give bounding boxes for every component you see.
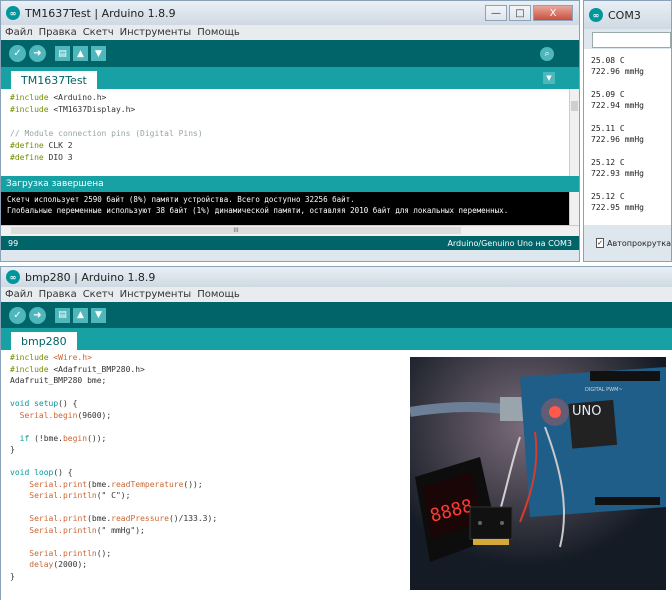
- board-pin-label: DIGITAL PWM~: [585, 387, 623, 393]
- hardware-photo: UNO DIGITAL PWM~ 8888: [410, 357, 666, 590]
- send-bar: [584, 29, 671, 49]
- tab-bar: bmp280: [1, 328, 672, 350]
- menu-edit[interactable]: Правка: [39, 289, 77, 300]
- window-title: TM1637Test | Arduino 1.8.9: [25, 6, 176, 20]
- status-bar: Загрузка завершена: [1, 176, 579, 192]
- line-number: 99: [8, 238, 19, 248]
- open-sketch-icon[interactable]: ▲: [73, 46, 88, 61]
- menu-help[interactable]: Помощь: [197, 289, 240, 300]
- scrollbar-thumb[interactable]: [571, 101, 578, 111]
- window-title: bmp280 | Arduino 1.8.9: [25, 270, 156, 284]
- close-button[interactable]: X: [533, 5, 573, 21]
- menu-file[interactable]: Файл: [5, 289, 33, 300]
- save-sketch-icon[interactable]: ▼: [91, 46, 106, 61]
- title-bar[interactable]: ∞ COM3: [584, 1, 671, 29]
- code-line: #include <TM1637Display.h>: [10, 105, 136, 114]
- serial-entry: 25.08 C 722.96 mmHg: [591, 56, 644, 76]
- menu-sketch[interactable]: Скетч: [83, 289, 114, 300]
- menu-edit[interactable]: Правка: [39, 27, 77, 38]
- code-editor[interactable]: #include <Arduino.h> #include <TM1637Dis…: [1, 89, 579, 176]
- new-sketch-icon[interactable]: ▤: [55, 46, 70, 61]
- code-line: #include <Arduino.h>: [10, 93, 107, 102]
- upload-icon[interactable]: ➜: [29, 306, 46, 324]
- status-message: Загрузка завершена: [6, 179, 104, 189]
- arduino-app-icon: ∞: [6, 6, 20, 20]
- tab-menu-chevron-icon[interactable]: ▼: [543, 72, 555, 84]
- scrollbar-thumb[interactable]: III: [11, 227, 461, 234]
- minimize-button[interactable]: —: [485, 5, 507, 21]
- board-model-label: UNO: [572, 404, 601, 419]
- autoscroll-row: ✓ Автопрокрутка: [584, 225, 671, 261]
- code-line: #define CLK 2: [10, 141, 73, 150]
- serial-entry: 25.11 C 722.96 mmHg: [591, 124, 644, 144]
- tab-bar: TM1637Test ▼: [1, 67, 579, 89]
- maximize-button[interactable]: □: [509, 5, 531, 21]
- title-bar[interactable]: ∞ bmp280 | Arduino 1.8.9: [1, 267, 672, 287]
- arduino-window-tm1637: ∞ TM1637Test | Arduino 1.8.9 — □ X Файл …: [0, 0, 580, 262]
- upload-icon[interactable]: ➜: [29, 45, 46, 62]
- new-sketch-icon[interactable]: ▤: [55, 307, 70, 323]
- menu-bar: Файл Правка Скетч Инструменты Помощь: [1, 287, 672, 302]
- menu-sketch[interactable]: Скетч: [83, 27, 114, 38]
- serial-entry: 25.09 C 722.94 mmHg: [591, 90, 644, 110]
- open-sketch-icon[interactable]: ▲: [73, 307, 88, 323]
- serial-monitor-window: ∞ COM3 25.08 C 722.96 mmHg 25.09 C 722.94 …: [583, 0, 672, 262]
- menu-tools[interactable]: Инструменты: [120, 27, 192, 38]
- menu-tools[interactable]: Инструменты: [120, 289, 192, 300]
- tab-bmp280[interactable]: bmp280: [11, 332, 77, 350]
- console-vertical-scrollbar[interactable]: [569, 192, 579, 225]
- verify-icon[interactable]: ✓: [9, 306, 26, 324]
- tab-tm1637test[interactable]: TM1637Test: [11, 71, 97, 89]
- editor-vertical-scrollbar[interactable]: [569, 89, 579, 176]
- board-port-info: Arduino/Genuino Uno на COM3: [447, 238, 572, 248]
- menu-help[interactable]: Помощь: [197, 27, 240, 38]
- console-line: Скетч использует 2590 байт (8%) памяти у…: [7, 195, 355, 204]
- arduino-app-icon: ∞: [6, 270, 20, 284]
- serial-entry: 25.12 C 722.95 mmHg: [591, 192, 644, 212]
- serial-monitor-icon[interactable]: ⌕: [540, 46, 554, 61]
- serial-output[interactable]: 25.08 C 722.96 mmHg 25.09 C 722.94 mmHg 25…: [584, 49, 671, 225]
- arduino-board-image: UNO DIGITAL PWM~ 8888: [410, 357, 666, 590]
- autoscroll-label: Автопрокрутка: [607, 238, 671, 248]
- serial-entry: 25.12 C 722.93 mmHg: [591, 158, 644, 178]
- verify-icon[interactable]: ✓: [9, 45, 26, 62]
- menu-bar: Файл Правка Скетч Инструменты Помощь: [1, 25, 579, 40]
- console-line: Глобальные переменные используют 38 байт…: [7, 206, 509, 215]
- save-sketch-icon[interactable]: ▼: [91, 307, 106, 323]
- code-line: #define DIO 3: [10, 153, 73, 162]
- send-input[interactable]: [592, 32, 671, 48]
- autoscroll-checkbox[interactable]: ✓: [596, 238, 605, 248]
- window-title: COM3: [608, 8, 641, 22]
- toolbar: ✓ ➜ ▤ ▲ ▼: [1, 302, 672, 328]
- footer-bar: 99 Arduino/Genuino Uno на COM3: [1, 236, 579, 250]
- title-bar[interactable]: ∞ TM1637Test | Arduino 1.8.9 — □ X: [1, 1, 579, 25]
- menu-file[interactable]: Файл: [5, 27, 33, 38]
- code-line: // Module connection pins (Digital Pins): [10, 129, 203, 138]
- toolbar: ✓ ➜ ▤ ▲ ▼ ⌕: [1, 40, 579, 67]
- arduino-app-icon: ∞: [589, 8, 603, 22]
- console-horizontal-scrollbar[interactable]: III: [1, 225, 579, 236]
- output-console[interactable]: Скетч использует 2590 байт (8%) памяти у…: [1, 192, 579, 225]
